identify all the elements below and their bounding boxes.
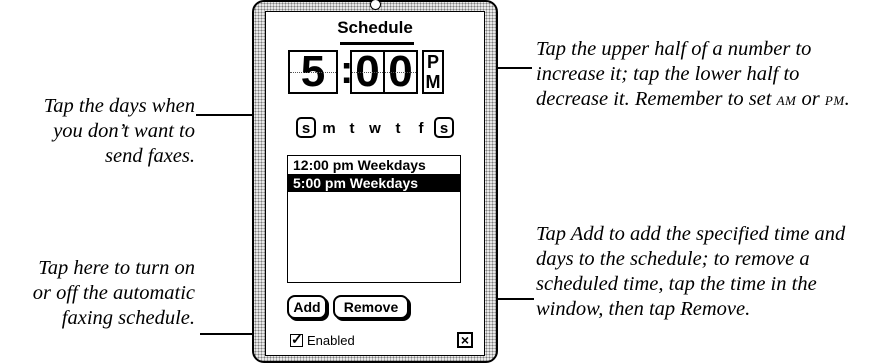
time-callout: Tap the upper half of a number to increa… <box>536 37 850 113</box>
callout-line: Tap the days when <box>43 95 195 117</box>
enabled-toggle[interactable]: ✓ Enabled <box>290 332 355 348</box>
day-wednesday[interactable]: w <box>365 117 385 138</box>
callout-line: you don’t want to <box>53 120 195 142</box>
list-item-selected[interactable]: 5:00 pm Weekdays <box>288 174 460 192</box>
callout-line: Tap here to turn on <box>38 257 195 279</box>
device-notch <box>370 0 381 10</box>
am-pm-top-letter: P <box>426 52 439 72</box>
close-icon[interactable]: × <box>457 332 473 348</box>
callout-line: days to the schedule; to remove a <box>536 248 810 270</box>
day-saturday[interactable]: s <box>434 117 454 138</box>
add-button[interactable]: Add <box>287 295 327 319</box>
schedule-panel: Schedule 5 : 0 0 P M s m t w t f s 12:00… <box>265 11 485 356</box>
day-tuesday[interactable]: t <box>342 117 362 138</box>
am-pm-toggle[interactable]: P M <box>422 50 444 94</box>
day-sunday[interactable]: s <box>296 117 316 138</box>
checkbox-checked-icon[interactable]: ✓ <box>290 332 303 347</box>
days-callout: Tap the days when you don’t want to send… <box>44 94 195 169</box>
callout-line: increase it; tap the lower half to <box>536 63 800 85</box>
am-pm-bottom-letter: M <box>425 72 441 92</box>
callout-line: scheduled time, tap the time in the <box>536 273 817 295</box>
hour-digit[interactable]: 5 <box>288 50 338 94</box>
callout-line: faxing schedule. <box>61 307 195 329</box>
enabled-label: Enabled <box>307 333 355 348</box>
add-callout: Tap Add to add the specified time and da… <box>536 222 845 322</box>
callout-line: window, then tap Remove. <box>536 298 751 320</box>
add-leader-line <box>510 298 534 300</box>
schedule-list[interactable]: 12:00 pm Weekdays 5:00 pm Weekdays <box>287 155 461 283</box>
callout-line: decrease it. Remember to set AM or PM. <box>536 88 850 110</box>
list-item[interactable]: 12:00 pm Weekdays <box>288 156 460 174</box>
day-monday[interactable]: m <box>319 117 339 138</box>
title-underline <box>340 42 414 45</box>
day-thursday[interactable]: t <box>388 117 408 138</box>
callout-line: send faxes. <box>105 145 195 167</box>
enabled-callout: Tap here to turn on or off the automatic… <box>33 256 195 331</box>
day-selector: s m t w t f s <box>296 117 454 138</box>
callout-line: Tap Add to add the specified time and <box>536 223 846 245</box>
minute-ones-digit[interactable]: 0 <box>383 50 418 94</box>
minute-tens-digit[interactable]: 0 <box>350 50 385 94</box>
day-friday[interactable]: f <box>411 117 431 138</box>
panel-title: Schedule <box>337 18 413 37</box>
remove-button[interactable]: Remove <box>333 295 409 319</box>
callout-line: Tap the upper half of a number to <box>536 38 812 60</box>
callout-line: or off the automatic <box>32 282 195 304</box>
newton-device-frame: Schedule 5 : 0 0 P M s m t w t f s 12:00… <box>252 0 498 363</box>
